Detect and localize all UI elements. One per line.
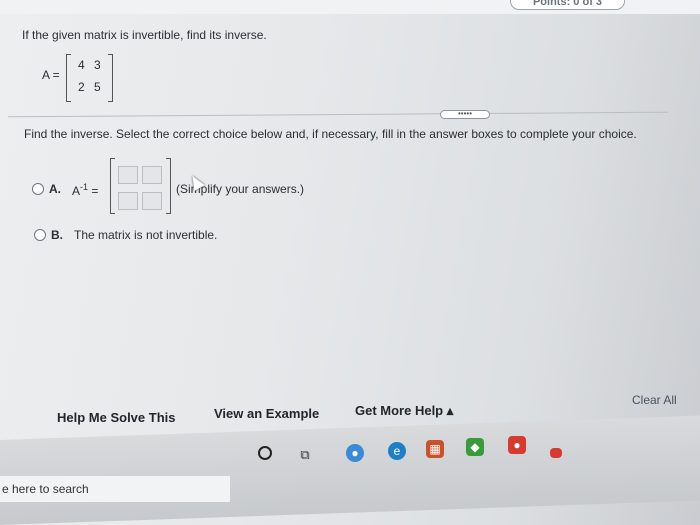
- matrix-right-bracket: [108, 54, 113, 102]
- matrix-cell: 2: [78, 80, 85, 94]
- clear-all-link[interactable]: Clear All: [632, 393, 677, 407]
- choice-b-letter: B.: [51, 228, 63, 242]
- matrix-left-bracket: [66, 54, 71, 102]
- inverse-symbol: A: [72, 184, 81, 198]
- store-icon[interactable]: ▦: [426, 440, 444, 458]
- answer-right-bracket: [166, 158, 171, 214]
- app-icon[interactable]: ◆: [466, 438, 484, 456]
- choice-a-lhs: A-1 =: [72, 182, 98, 198]
- choice-b-radio[interactable]: [34, 229, 46, 241]
- answer-box-r1c2[interactable]: [142, 166, 162, 184]
- points-badge: Points: 0 of 3: [510, 0, 625, 10]
- choice-a-letter: A.: [49, 182, 61, 196]
- answer-box-r1c1[interactable]: [118, 166, 138, 184]
- answer-box-r2c2[interactable]: [142, 192, 162, 210]
- matrix-cell: 5: [94, 80, 101, 94]
- matrix-cell: 4: [78, 58, 85, 72]
- cortana-circle-icon[interactable]: [258, 446, 272, 460]
- view-example-link[interactable]: View an Example: [214, 406, 319, 421]
- inverse-superscript: -1: [80, 182, 89, 192]
- taskbar-search-input[interactable]: e here to search: [0, 476, 230, 502]
- divider: [8, 111, 668, 118]
- equals-sign: =: [91, 184, 99, 198]
- ellipsis-icon[interactable]: •••••: [440, 110, 490, 119]
- answer-left-bracket: [110, 158, 115, 214]
- app-icon[interactable]: ●: [508, 436, 526, 454]
- choice-b-text: The matrix is not invertible.: [74, 228, 218, 242]
- matrix-a-label: A =: [42, 68, 60, 82]
- get-more-help-link[interactable]: Get More Help ▴: [355, 403, 453, 419]
- matrix-cell: 3: [94, 58, 101, 72]
- chrome-icon[interactable]: ●: [346, 444, 364, 462]
- question-prompt: If the given matrix is invertible, find …: [22, 28, 267, 42]
- help-me-solve-link[interactable]: Help Me Solve This: [57, 410, 175, 425]
- choice-a-radio[interactable]: [32, 183, 44, 195]
- task-view-icon[interactable]: ⧉: [296, 446, 314, 464]
- app-icon[interactable]: [550, 448, 562, 458]
- instructions: Find the inverse. Select the correct cho…: [24, 127, 637, 141]
- browser-page: Points: 0 of 3 If the given matrix is in…: [0, 0, 700, 525]
- answer-box-r2c1[interactable]: [118, 192, 138, 210]
- taskbar: [0, 415, 700, 525]
- matrix-a: A = 4 3 2 5: [30, 52, 130, 104]
- edge-icon[interactable]: e: [388, 442, 406, 460]
